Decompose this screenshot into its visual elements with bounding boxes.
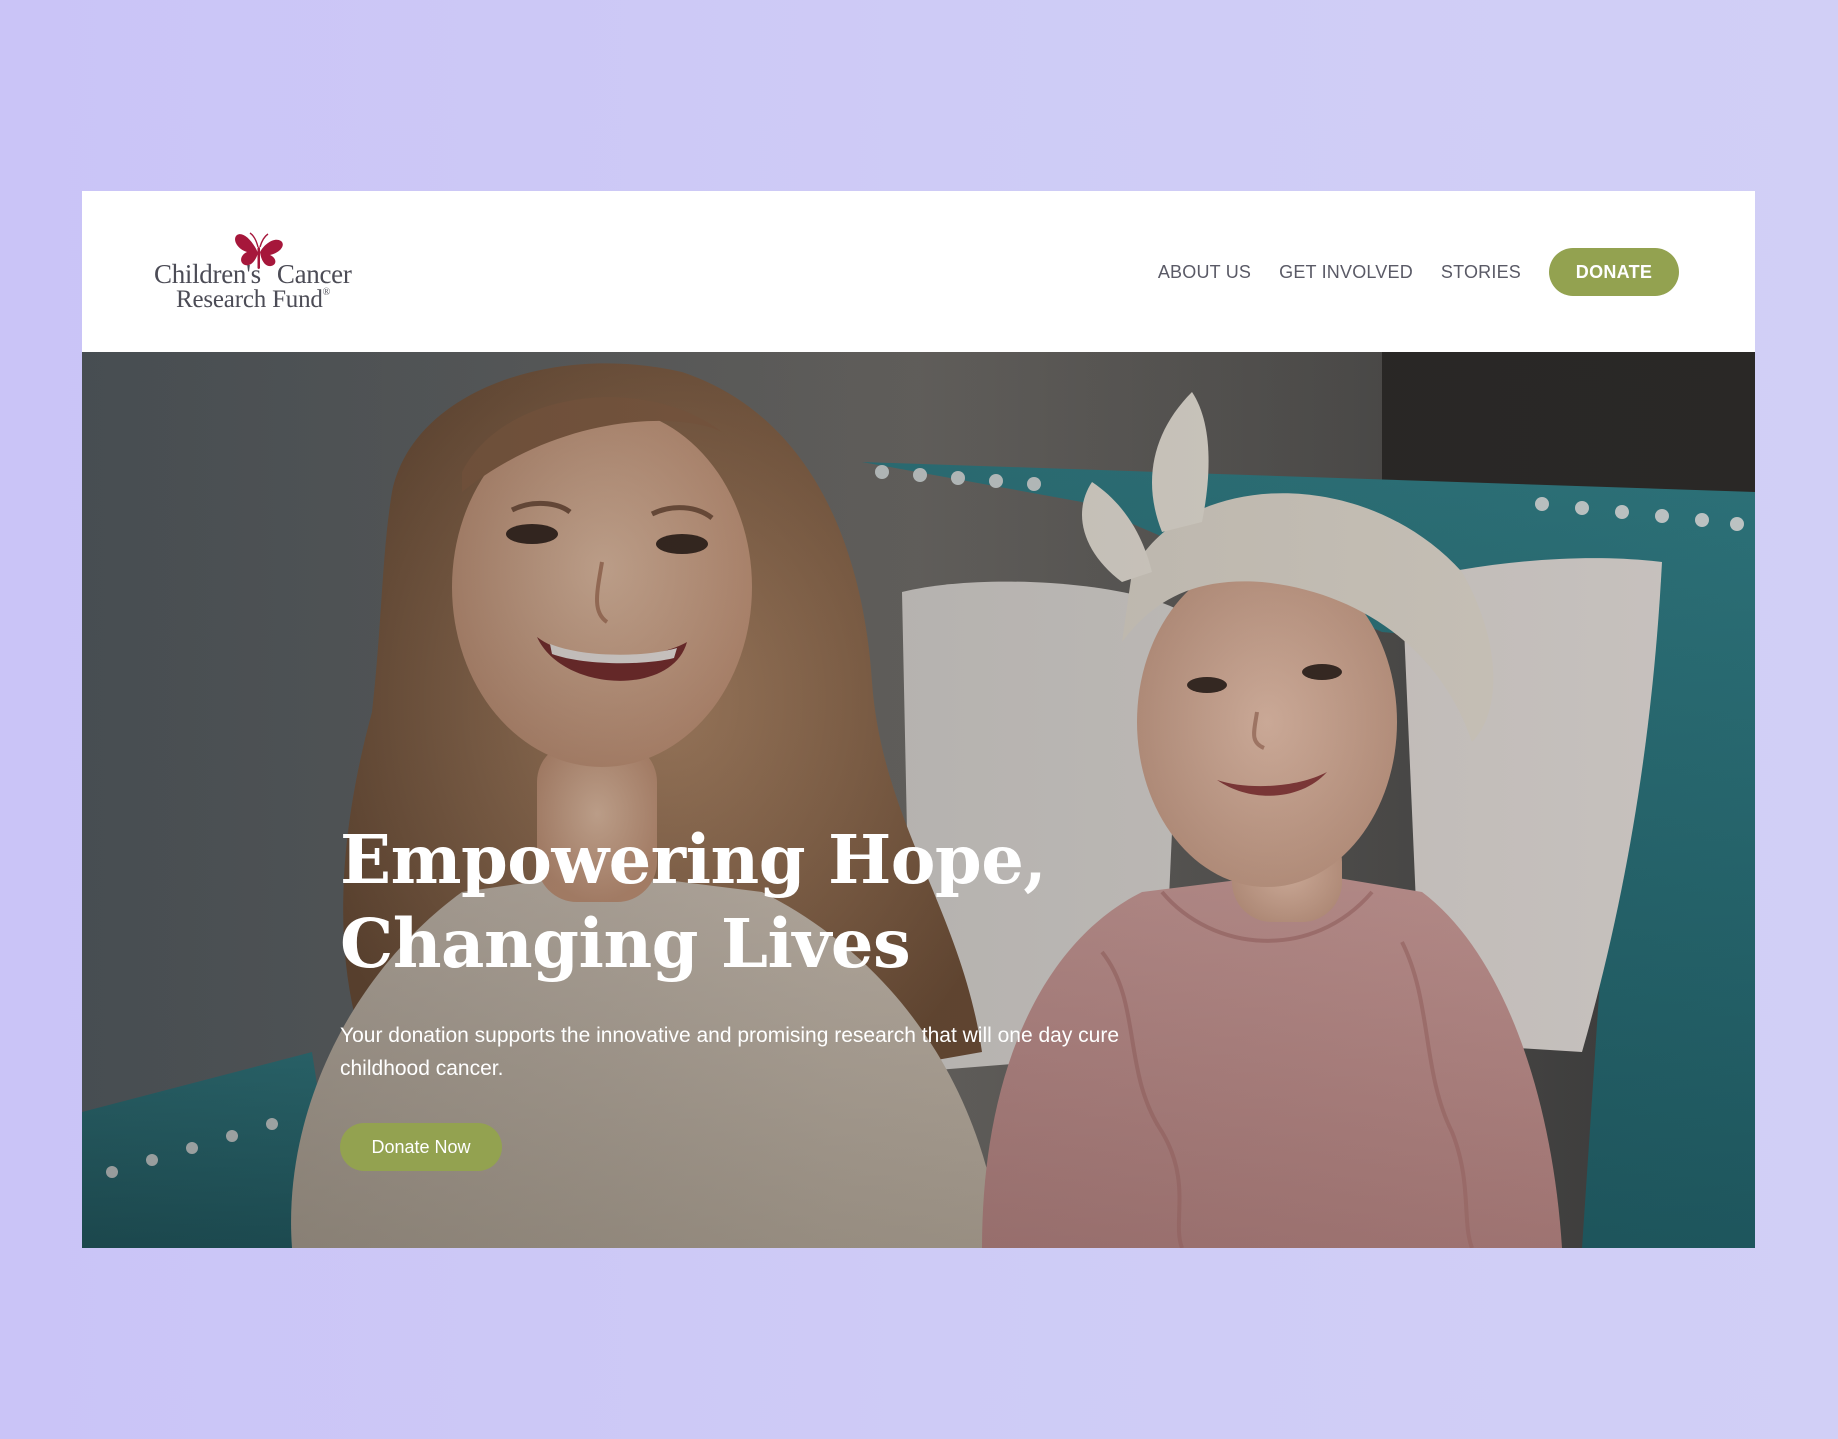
hero-title-line1: Empowering Hope, <box>340 820 1047 899</box>
registered-mark: ® <box>322 287 331 298</box>
site-header: Children's Cancer Research Fund® ABOUT US… <box>82 191 1755 352</box>
donate-button[interactable]: DONATE <box>1549 248 1679 296</box>
nav-get-involved[interactable]: GET INVOLVED <box>1279 262 1413 283</box>
main-nav: ABOUT US GET INVOLVED STORIES DONATE <box>1158 248 1679 296</box>
hero-section: Empowering Hope, Changing Lives Your don… <box>82 352 1755 1248</box>
nav-stories[interactable]: STORIES <box>1441 262 1521 283</box>
hero-title: Empowering Hope, Changing Lives <box>340 818 1100 986</box>
hero-title-line2: Changing Lives <box>340 904 911 983</box>
website-frame: Children's Cancer Research Fund® ABOUT US… <box>82 191 1755 1248</box>
logo[interactable]: Children's Cancer Research Fund® <box>154 227 354 319</box>
donate-now-button[interactable]: Donate Now <box>340 1123 502 1171</box>
hero-subtitle: Your donation supports the innovative an… <box>340 1024 1120 1080</box>
nav-about-us[interactable]: ABOUT US <box>1158 262 1251 283</box>
logo-text-line2: Research Fund® <box>176 286 331 313</box>
hero-overlay <box>82 352 1755 1248</box>
